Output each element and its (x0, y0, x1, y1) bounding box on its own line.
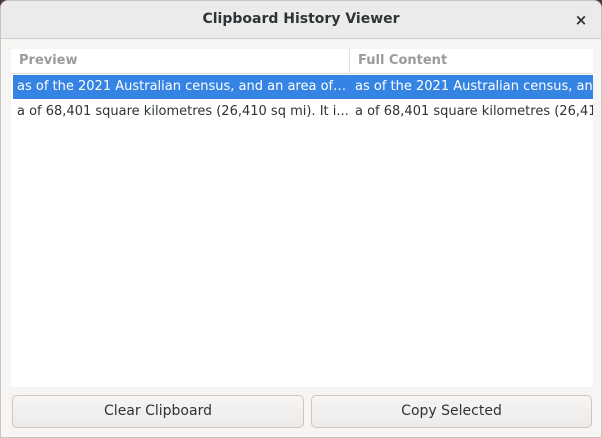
copy-selected-button[interactable]: Copy Selected (311, 395, 592, 428)
button-bar: Clear Clipboard Copy Selected (12, 395, 592, 429)
cell-preview: as of the 2021 Australian census, and an… (17, 79, 349, 94)
close-icon[interactable]: × (571, 10, 591, 30)
column-header-full-content[interactable]: Full Content (349, 49, 593, 73)
cell-full-content: as of the 2021 Australian census, and an… (355, 79, 593, 94)
clipboard-list[interactable]: Preview Full Content as of the 2021 Aust… (11, 49, 593, 387)
table-row[interactable]: a of 68,401 square kilometres (26,410 sq… (13, 100, 593, 124)
column-header-preview[interactable]: Preview (11, 49, 349, 73)
table-header: Preview Full Content (11, 49, 593, 74)
cell-preview: a of 68,401 square kilometres (26,410 sq… (17, 104, 349, 119)
clipboard-history-window: Clipboard History Viewer × Preview Full … (0, 0, 602, 438)
cell-full-content: a of 68,401 square kilometres (26,410 sq… (355, 104, 593, 119)
titlebar[interactable]: Clipboard History Viewer × (1, 1, 601, 39)
window-title: Clipboard History Viewer (202, 11, 400, 27)
table-row[interactable]: as of the 2021 Australian census, and an… (13, 75, 593, 99)
clear-clipboard-button[interactable]: Clear Clipboard (12, 395, 304, 428)
